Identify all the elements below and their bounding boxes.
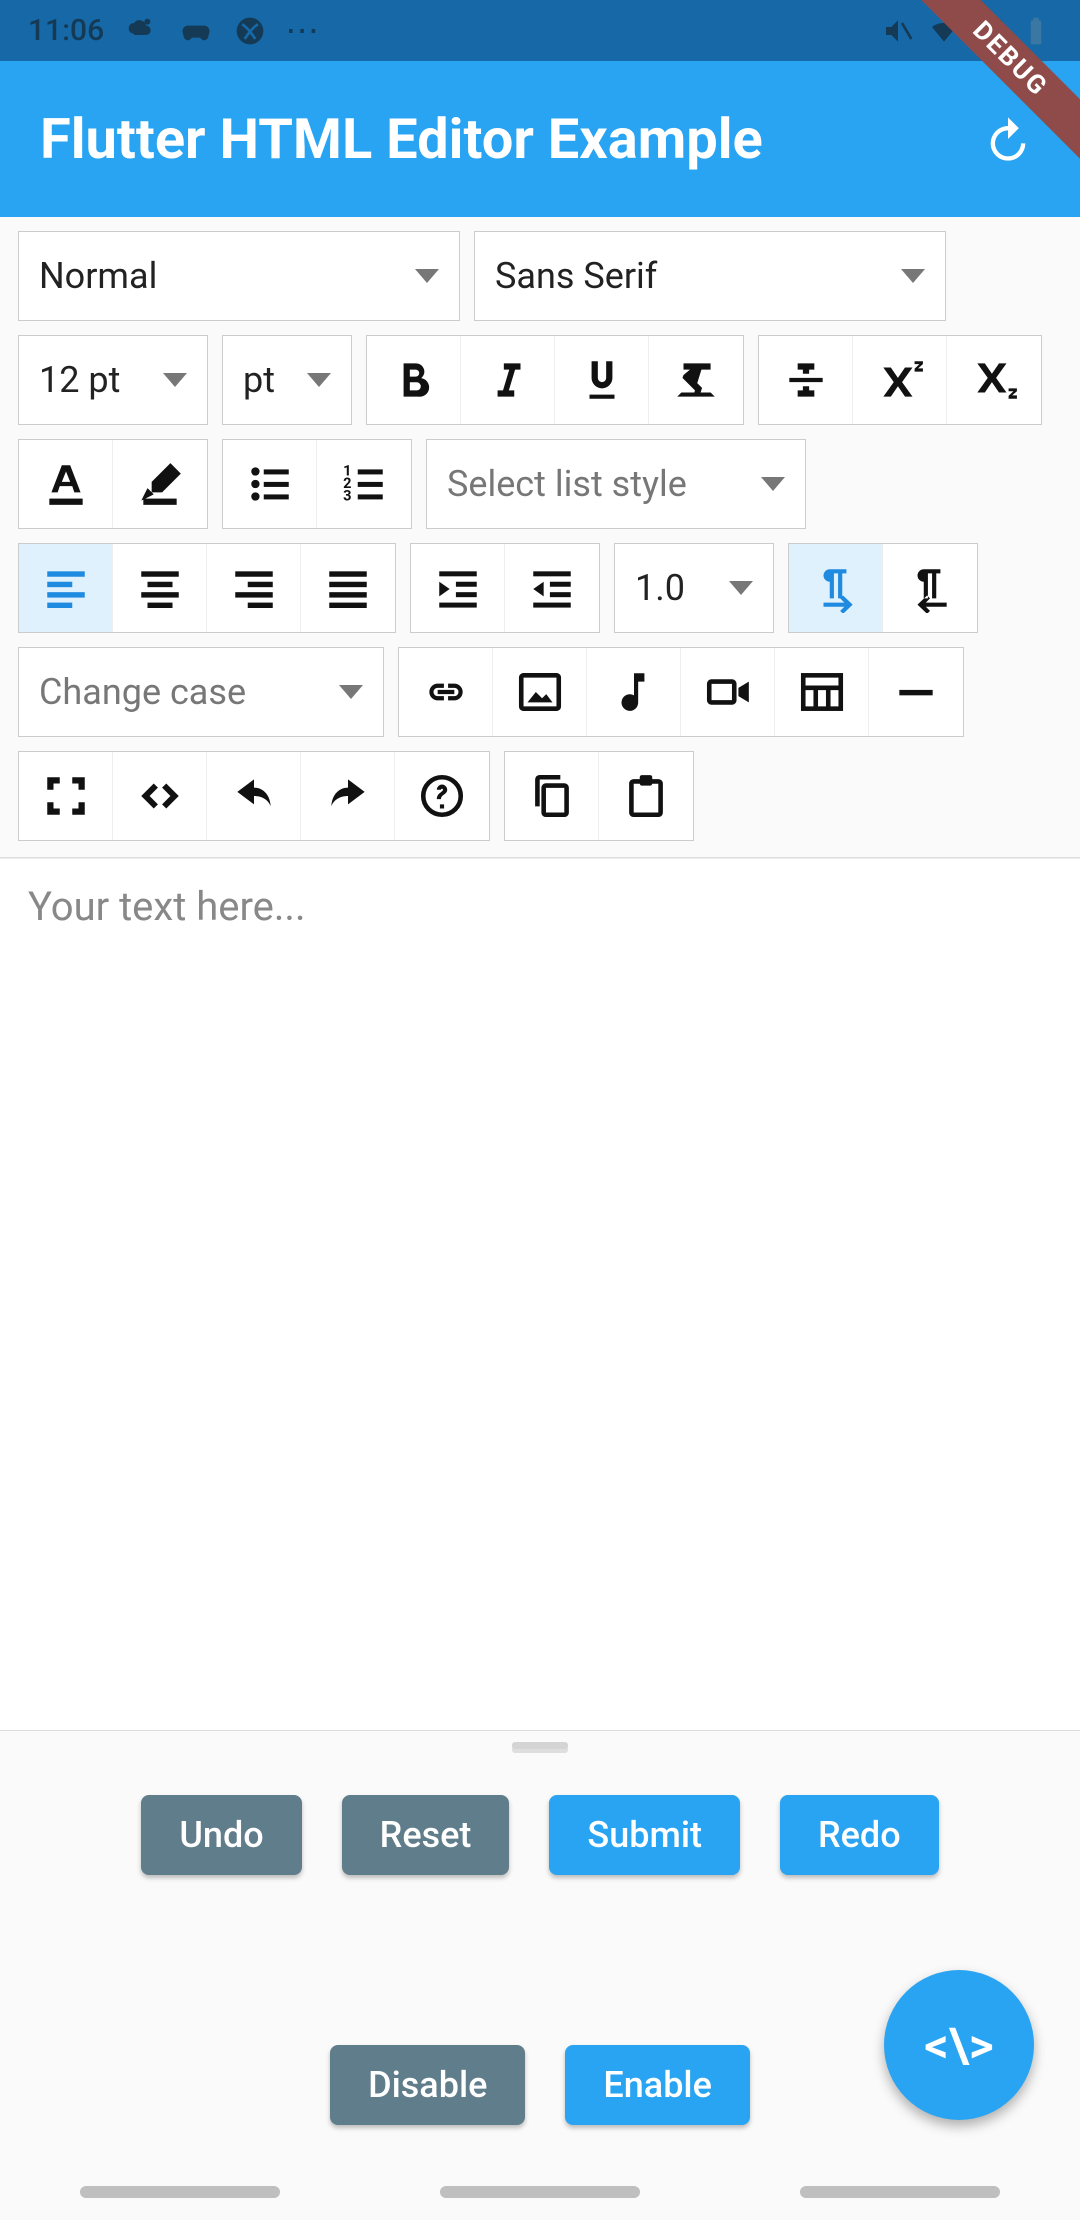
video-button[interactable] [681,648,775,736]
redo-action-button[interactable]: Redo [780,1795,939,1875]
page-title: Flutter HTML Editor Example [40,106,763,172]
underline-button[interactable] [555,336,649,424]
nav-recent[interactable] [80,2186,280,2198]
app-bar: Flutter HTML Editor Example [0,61,1080,217]
paste-button[interactable] [599,752,693,840]
link-button[interactable] [399,648,493,736]
nav-home[interactable] [440,2186,640,2198]
font-family-dropdown[interactable]: Sans Serif [474,231,946,321]
italic-button[interactable] [461,336,555,424]
battery-icon [1020,15,1052,47]
bold-button[interactable] [367,336,461,424]
rtl-button[interactable] [883,544,977,632]
status-time: 11:06 [28,13,104,48]
nav-back[interactable] [800,2186,1000,2198]
code-view-button[interactable] [113,752,207,840]
reset-action-button[interactable]: Reset [342,1795,510,1875]
xbox-icon [234,15,266,47]
superscript-button[interactable] [853,336,947,424]
audio-button[interactable] [587,648,681,736]
outdent-button[interactable] [505,544,599,632]
indent-button[interactable] [411,544,505,632]
list-style-dropdown[interactable]: Select list style [426,439,806,529]
redo-button[interactable] [301,752,395,840]
font-size-dropdown[interactable]: 12 pt [18,335,208,425]
enable-action-button[interactable]: Enable [565,2045,749,2125]
editor-placeholder: Your text here... [28,883,306,930]
android-nav-bar [0,2164,1080,2220]
change-case-dropdown[interactable]: Change case [18,647,384,737]
table-button[interactable] [775,648,869,736]
horizontal-rule-button[interactable] [869,648,963,736]
list-style-placeholder: Select list style [447,463,687,505]
resize-handle[interactable] [0,1731,1080,1759]
change-case-label: Change case [39,671,246,713]
paragraph-style-dropdown[interactable]: Normal [18,231,460,321]
refresh-button[interactable] [976,107,1040,171]
editor-textarea[interactable]: Your text here... [0,858,1080,1731]
line-height-value: 1.0 [635,567,685,609]
ordered-list-button[interactable]: 123 [317,440,411,528]
font-size-value: 12 pt [39,359,120,401]
image-button[interactable] [493,648,587,736]
ltr-button[interactable] [789,544,883,632]
subscript-button[interactable] [947,336,1041,424]
text-color-button[interactable] [19,440,113,528]
controller-icon [180,15,212,47]
fullscreen-button[interactable] [19,752,113,840]
wifi-icon [928,15,960,47]
undo-button[interactable] [207,752,301,840]
paragraph-style-value: Normal [39,255,157,297]
help-button[interactable] [395,752,489,840]
svg-text:3: 3 [343,487,351,505]
clear-formatting-button[interactable] [649,336,743,424]
unordered-list-button[interactable] [223,440,317,528]
signal-icon [974,15,1006,47]
submit-action-button[interactable]: Submit [549,1795,740,1875]
android-status-bar: 11:06 ⋯ [0,0,1080,61]
align-left-button[interactable] [19,544,113,632]
disable-action-button[interactable]: Disable [330,2045,525,2125]
weather-icon [126,15,158,47]
align-center-button[interactable] [113,544,207,632]
fab-label: <\> [924,2017,993,2074]
highlight-color-button[interactable] [113,440,207,528]
line-height-dropdown[interactable]: 1.0 [614,543,774,633]
more-icon: ⋯ [288,15,320,47]
action-row-1: Undo Reset Submit Redo [0,1759,1080,1875]
undo-action-button[interactable]: Undo [141,1795,301,1875]
align-justify-button[interactable] [301,544,395,632]
strikethrough-button[interactable] [759,336,853,424]
align-right-button[interactable] [207,544,301,632]
editor-toolbar: Normal Sans Serif 12 pt pt [0,217,1080,858]
mute-icon [882,15,914,47]
copy-button[interactable] [505,752,599,840]
font-unit-value: pt [243,359,275,401]
font-unit-dropdown[interactable]: pt [222,335,352,425]
code-fab[interactable]: <\> [884,1970,1034,2120]
font-family-value: Sans Serif [495,255,657,297]
